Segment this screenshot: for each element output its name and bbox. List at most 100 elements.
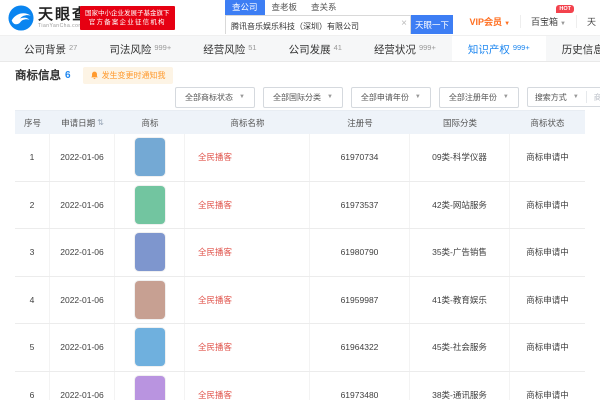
cell-status: 商标申请中 <box>526 342 569 353</box>
filter-trademark-status[interactable]: 全部商标状态 ▼ <box>175 86 255 108</box>
cell-serial: 3 <box>15 229 50 276</box>
chevron-down-icon: ▼ <box>502 94 509 100</box>
hot-badge: HOT <box>556 5 574 13</box>
col-header-name: 商标名称 <box>230 117 265 128</box>
logo-eye-icon <box>8 5 34 31</box>
change-notify-button[interactable]: 发生变更时通知我 <box>82 66 173 84</box>
toolbox-link[interactable]: HOT 百宝箱 ▼ <box>520 5 576 28</box>
certification-badge: 国家中小企业发展子基金旗下 官方备案企业征信机构 <box>80 6 175 30</box>
tab-intellectual-property[interactable]: 知识产权 999+ <box>451 36 546 61</box>
search-button[interactable]: 天眼一下 <box>411 15 453 34</box>
chevron-down-icon: ▼ <box>560 21 566 27</box>
trademark-name-link[interactable]: 全民播客 <box>198 341 232 353</box>
cell-reg-no: 61973480 <box>310 371 410 400</box>
trademark-name-link[interactable]: 全民播客 <box>198 246 232 258</box>
cell-reg-no: 61980790 <box>310 229 410 276</box>
cell-apply-date: 2022-01-06 <box>50 276 115 323</box>
trademark-image[interactable] <box>134 328 165 367</box>
trademark-image[interactable] <box>134 185 165 224</box>
cell-intl-class: 42类-网站服务 <box>410 181 510 228</box>
tab-judicial-risk[interactable]: 司法风险 999+ <box>93 36 187 61</box>
clear-input-icon[interactable]: × <box>401 18 407 29</box>
trademark-image[interactable] <box>134 375 165 400</box>
chevron-down-icon: ▼ <box>572 94 579 100</box>
cell-status: 商标申请中 <box>526 152 569 163</box>
search-tab-relation[interactable]: 查关系 <box>304 0 344 15</box>
chevron-down-icon: ▼ <box>504 21 511 27</box>
site-header: 天眼查 TianYanCha.com 国家中小企业发展子基金旗下 官方备案企业征… <box>0 0 600 36</box>
cell-apply-date: 2022-01-06 <box>50 181 115 228</box>
cell-reg-no: 61964322 <box>310 324 410 371</box>
col-header-serial: 序号 <box>23 117 41 128</box>
bell-icon <box>90 71 98 79</box>
trademark-table: 序号 申请日期 ⇅ 商标 商标名称 注册号 国际分类 商标状态 1 2022-01… <box>15 110 585 400</box>
chevron-down-icon: ▼ <box>239 94 245 100</box>
section-title: 商标信息 <box>15 70 61 82</box>
col-header-apply-date[interactable]: 申请日期 ⇅ <box>50 111 115 134</box>
vip-member-link[interactable]: VIP会员 ▼ <box>460 15 520 28</box>
tab-business-status[interactable]: 经营状况 999+ <box>358 36 452 61</box>
cell-status: 商标申请中 <box>526 389 569 400</box>
trademark-name-link[interactable]: 全民播客 <box>198 199 232 211</box>
filter-apply-year[interactable]: 全部申请年份 ▼ <box>350 86 431 108</box>
company-section-tabs: 公司背景 27 司法风险 999+ 经营风险 51 公司发展 41 经营状况 999+ 知… <box>0 36 600 62</box>
trademark-filters: 全部商标状态▼ 全部国际分类▼ 全部申请年份▼ 全部注册年份▼ 搜索方式▼ 商标… <box>0 86 600 108</box>
cell-intl-class: 09类-科学仪器 <box>410 134 510 181</box>
cell-intl-class: 41类-教育娱乐 <box>410 276 510 323</box>
cell-reg-no: 61970734 <box>310 134 410 181</box>
trademark-name-link[interactable]: 全民播客 <box>198 151 232 163</box>
sort-icon[interactable]: ⇅ <box>97 118 104 127</box>
tianyancha-logo[interactable]: 天眼查 TianYanCha.com <box>8 5 89 31</box>
company-search-box: × <box>225 15 411 35</box>
cell-status: 商标申请中 <box>526 199 569 210</box>
trademark-name-link[interactable]: 全民播客 <box>198 294 232 306</box>
table-row: 3 2022-01-06 全民播客 61980790 35类-广告销售 商标申请… <box>15 229 585 277</box>
search-tab-boss[interactable]: 查老板 <box>265 0 305 15</box>
col-header-status: 商标状态 <box>530 117 565 128</box>
table-header-row: 序号 申请日期 ⇅ 商标 商标名称 注册号 国际分类 商标状态 <box>15 111 585 134</box>
filter-register-year[interactable]: 全部注册年份 ▼ <box>438 86 519 108</box>
header-right-nav: VIP会员 ▼ HOT 百宝箱 ▼ 天 <box>460 5 598 28</box>
search-mode-selector[interactable]: 搜索方式 ▼ <box>528 91 587 103</box>
tab-company-background[interactable]: 公司背景 27 <box>8 36 93 61</box>
trademark-image[interactable] <box>134 280 165 319</box>
table-row: 5 2022-01-06 全民播客 61964322 45类-社会服务 商标申请… <box>15 324 585 372</box>
cell-intl-class: 38类-通讯服务 <box>410 371 510 400</box>
cell-serial: 5 <box>15 324 50 371</box>
cell-apply-date: 2022-01-06 <box>50 229 115 276</box>
trademark-image[interactable] <box>134 138 165 177</box>
table-row: 6 2022-01-06 全民播客 61973480 38类-通讯服务 商标申请… <box>15 371 585 400</box>
header-search-area: 查公司 查老板 查关系 × 天眼一下 <box>225 0 453 35</box>
trademark-name-link[interactable]: 全民播客 <box>198 389 232 400</box>
company-search-input[interactable] <box>226 18 410 35</box>
tab-company-development[interactable]: 公司发展 41 <box>273 36 358 61</box>
trademark-section-header: 商标信息 6 发生变更时通知我 <box>15 62 173 88</box>
section-count: 6 <box>65 69 71 81</box>
cell-apply-date: 2022-01-06 <box>50 134 115 181</box>
tab-history-info[interactable]: 历史信息 <box>546 36 600 61</box>
trademark-search-placeholder[interactable]: 商标名称、注册号等 <box>587 92 600 103</box>
search-type-tabs: 查公司 查老板 查关系 <box>225 0 453 15</box>
cell-serial: 1 <box>15 134 50 181</box>
cell-serial: 2 <box>15 181 50 228</box>
cell-status: 商标申请中 <box>526 294 569 305</box>
col-header-mark: 商标 <box>141 117 159 128</box>
cell-apply-date: 2022-01-06 <box>50 324 115 371</box>
cell-status: 商标申请中 <box>526 247 569 258</box>
badge-line-1: 国家中小企业发展子基金旗下 <box>85 10 170 17</box>
col-header-reg-no: 注册号 <box>347 117 373 128</box>
filter-intl-class[interactable]: 全部国际分类 ▼ <box>262 86 343 108</box>
search-tab-company[interactable]: 查公司 <box>225 0 265 15</box>
cell-serial: 6 <box>15 371 50 400</box>
badge-line-2: 官方备案企业征信机构 <box>88 19 166 26</box>
cell-reg-no: 61973537 <box>310 181 410 228</box>
trademark-image[interactable] <box>134 233 165 272</box>
page: 天眼查 TianYanCha.com 国家中小企业发展子基金旗下 官方备案企业征… <box>0 0 600 400</box>
tab-operation-risk[interactable]: 经营风险 51 <box>187 36 272 61</box>
truncated-nav-item[interactable]: 天 <box>575 15 598 28</box>
cell-intl-class: 45类-社会服务 <box>410 324 510 371</box>
cell-apply-date: 2022-01-06 <box>50 371 115 400</box>
chevron-down-icon: ▼ <box>414 94 421 100</box>
cell-serial: 4 <box>15 276 50 323</box>
table-row: 4 2022-01-06 全民播客 61959987 41类-教育娱乐 商标申请… <box>15 276 585 324</box>
